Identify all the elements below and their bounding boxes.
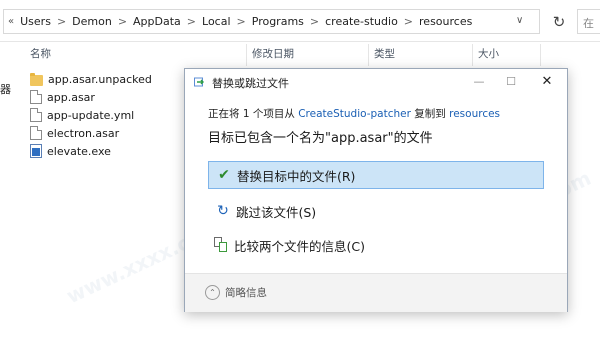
column-header-name[interactable]: 名称: [30, 46, 51, 62]
chevron-right-icon: >: [117, 15, 128, 28]
column-header-size[interactable]: 大小: [478, 46, 499, 62]
replace-option-button[interactable]: ✔ 替换目标中的文件(R): [208, 161, 544, 189]
column-header-type[interactable]: 类型: [374, 46, 395, 62]
breadcrumb[interactable]: « Users > Demon > AppData > Local > Prog…: [3, 9, 540, 34]
close-icon[interactable]: ✕: [535, 73, 559, 91]
option-label: 替换目标中的文件(R): [237, 168, 356, 184]
chevron-up-icon: ⌃: [205, 285, 220, 300]
column-divider[interactable]: [472, 44, 473, 66]
dialog-title-bar[interactable]: 替换或跳过文件 — ☐ ✕: [185, 69, 567, 95]
column-divider[interactable]: [540, 44, 541, 66]
file-name: elevate.exe: [47, 144, 111, 158]
chevron-right-icon: >: [186, 15, 197, 28]
exe-icon: [30, 144, 42, 158]
nav-pane-item[interactable]: 器: [0, 81, 11, 97]
source-link[interactable]: CreateStudio-patcher: [298, 108, 411, 120]
file-icon: [30, 90, 42, 104]
search-input[interactable]: 在: [577, 9, 600, 34]
copy-description: 正在将 1 个项目从 CreateStudio-patcher 复制到 reso…: [208, 106, 500, 121]
check-icon: ✔: [218, 167, 230, 183]
crumb-demon[interactable]: Demon: [72, 15, 112, 28]
file-name: app.asar.unpacked: [48, 72, 152, 86]
minimize-icon[interactable]: —: [467, 73, 491, 91]
address-bar: « Users > Demon > AppData > Local > Prog…: [0, 0, 600, 42]
crumb-local[interactable]: Local: [202, 15, 231, 28]
list-item[interactable]: app.asar.unpacked: [30, 70, 152, 88]
crumb-appdata[interactable]: AppData: [133, 15, 181, 28]
list-item[interactable]: elevate.exe: [30, 142, 111, 160]
option-label: 跳过该文件(S): [236, 204, 317, 220]
option-label: 比较两个文件的信息(C): [234, 238, 365, 254]
list-item[interactable]: app-update.yml: [30, 106, 134, 124]
chevron-right-icon: >: [403, 15, 414, 28]
copy-prefix: 正在将 1 个项目从: [208, 108, 295, 120]
list-item[interactable]: app.asar: [30, 88, 95, 106]
replace-skip-dialog: 替换或跳过文件 — ☐ ✕ 正在将 1 个项目从 CreateStudio-pa…: [184, 68, 568, 312]
column-divider[interactable]: [368, 44, 369, 66]
fewer-details-button[interactable]: ⌃ 简略信息: [205, 285, 267, 300]
copy-progress-icon: [194, 77, 204, 87]
file-icon: [30, 108, 42, 122]
refresh-icon[interactable]: ↻: [548, 11, 570, 33]
crumb-programs[interactable]: Programs: [252, 15, 304, 28]
folder-icon: [30, 72, 43, 86]
chevron-right-icon: >: [236, 15, 246, 28]
file-name: app-update.yml: [47, 108, 135, 122]
crumb-users[interactable]: Users: [20, 15, 51, 28]
overflow-icon[interactable]: «: [8, 16, 14, 27]
conflict-heading: 目标已包含一个名为"app.asar"的文件: [208, 131, 433, 146]
compare-option-button[interactable]: 比较两个文件的信息(C): [208, 231, 544, 259]
file-name: electron.asar: [47, 126, 120, 140]
copy-mid: 复制到: [414, 108, 446, 120]
destination-link[interactable]: resources: [449, 108, 500, 120]
column-divider[interactable]: [246, 44, 247, 66]
crumb-create-studio[interactable]: create-studio: [325, 15, 398, 28]
chevron-right-icon: >: [56, 15, 67, 28]
details-label: 简略信息: [225, 287, 267, 299]
list-item[interactable]: electron.asar: [30, 124, 119, 142]
file-name: app.asar: [47, 90, 95, 104]
chevron-down-icon[interactable]: ∨: [516, 15, 523, 26]
compare-icon: [214, 237, 228, 253]
column-header-modified[interactable]: 修改日期: [252, 46, 294, 62]
maximize-icon[interactable]: ☐: [499, 73, 523, 91]
dialog-title: 替换或跳过文件: [212, 77, 289, 90]
skip-icon: ↻: [217, 203, 229, 219]
crumb-resources[interactable]: resources: [419, 15, 472, 28]
file-icon: [30, 126, 42, 140]
dialog-footer: ⌃ 简略信息: [185, 273, 567, 312]
chevron-right-icon: >: [309, 15, 320, 28]
skip-option-button[interactable]: ↻ 跳过该文件(S): [208, 197, 544, 225]
